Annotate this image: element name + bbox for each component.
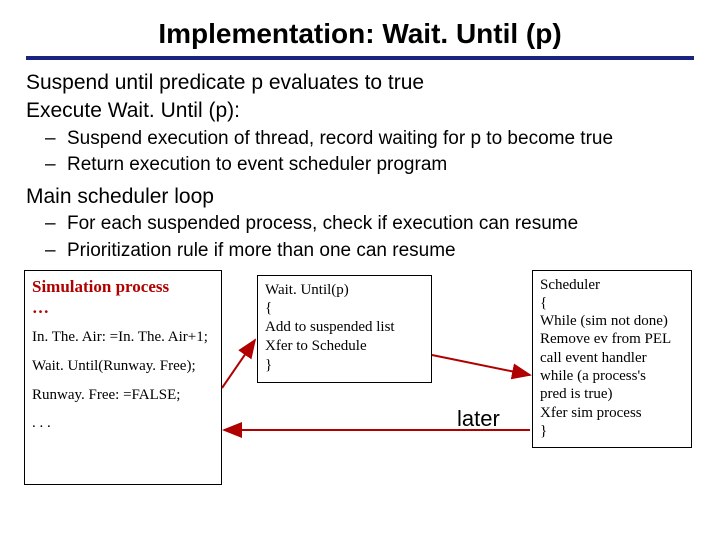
sim-box-line: Wait. Until(Runway. Free); <box>32 357 214 376</box>
slide: Implementation: Wait. Until (p) Suspend … <box>0 0 720 540</box>
sim-box-line: . . . <box>32 414 214 433</box>
sim-box-ellipsis: … <box>32 297 214 318</box>
simulation-process-box: Simulation process … In. The. Air: =In. … <box>24 270 222 485</box>
sched-box-line: Xfer sim process <box>540 404 684 422</box>
bullet-list-2: For each suspended process, check if exe… <box>22 212 698 263</box>
sched-box-line: Scheduler <box>540 276 684 294</box>
bullet-item: Return execution to event scheduler prog… <box>67 153 698 178</box>
sched-box-line: While (sim not done) <box>540 312 684 330</box>
bullet-item: Prioritization rule if more than one can… <box>67 239 698 264</box>
wait-until-box: Wait. Until(p) { Add to suspended list X… <box>257 275 432 383</box>
sched-box-line: { <box>540 294 684 312</box>
body-line-3: Main scheduler loop <box>26 184 698 210</box>
sched-box-line: call event handler <box>540 349 684 367</box>
sched-box-line: while (a process's <box>540 367 684 385</box>
scheduler-box: Scheduler { While (sim not done) Remove … <box>532 270 692 448</box>
slide-title: Implementation: Wait. Until (p) <box>26 18 694 60</box>
bullet-item: For each suspended process, check if exe… <box>67 212 698 237</box>
body-line-2: Execute Wait. Until (p): <box>26 98 698 124</box>
wait-box-line: Wait. Until(p) <box>265 281 424 300</box>
sim-box-title: Simulation process <box>32 276 214 297</box>
sim-box-line: Runway. Free: =FALSE; <box>32 386 214 405</box>
sched-box-line: } <box>540 422 684 440</box>
wait-box-line: Xfer to Schedule <box>265 337 424 356</box>
body-line-1: Suspend until predicate p evaluates to t… <box>26 70 698 96</box>
sched-box-line: pred is true) <box>540 385 684 403</box>
wait-box-line: { <box>265 299 424 318</box>
sched-box-line: Remove ev from PEL <box>540 330 684 348</box>
bullet-list-1: Suspend execution of thread, record wait… <box>22 127 698 178</box>
diagram-area: Simulation process … In. The. Air: =In. … <box>22 270 698 500</box>
bullet-item: Suspend execution of thread, record wait… <box>67 127 698 152</box>
wait-box-line: Add to suspended list <box>265 318 424 337</box>
later-label: later <box>457 406 500 432</box>
wait-box-line: } <box>265 356 424 375</box>
sim-box-line: In. The. Air: =In. The. Air+1; <box>32 328 214 347</box>
